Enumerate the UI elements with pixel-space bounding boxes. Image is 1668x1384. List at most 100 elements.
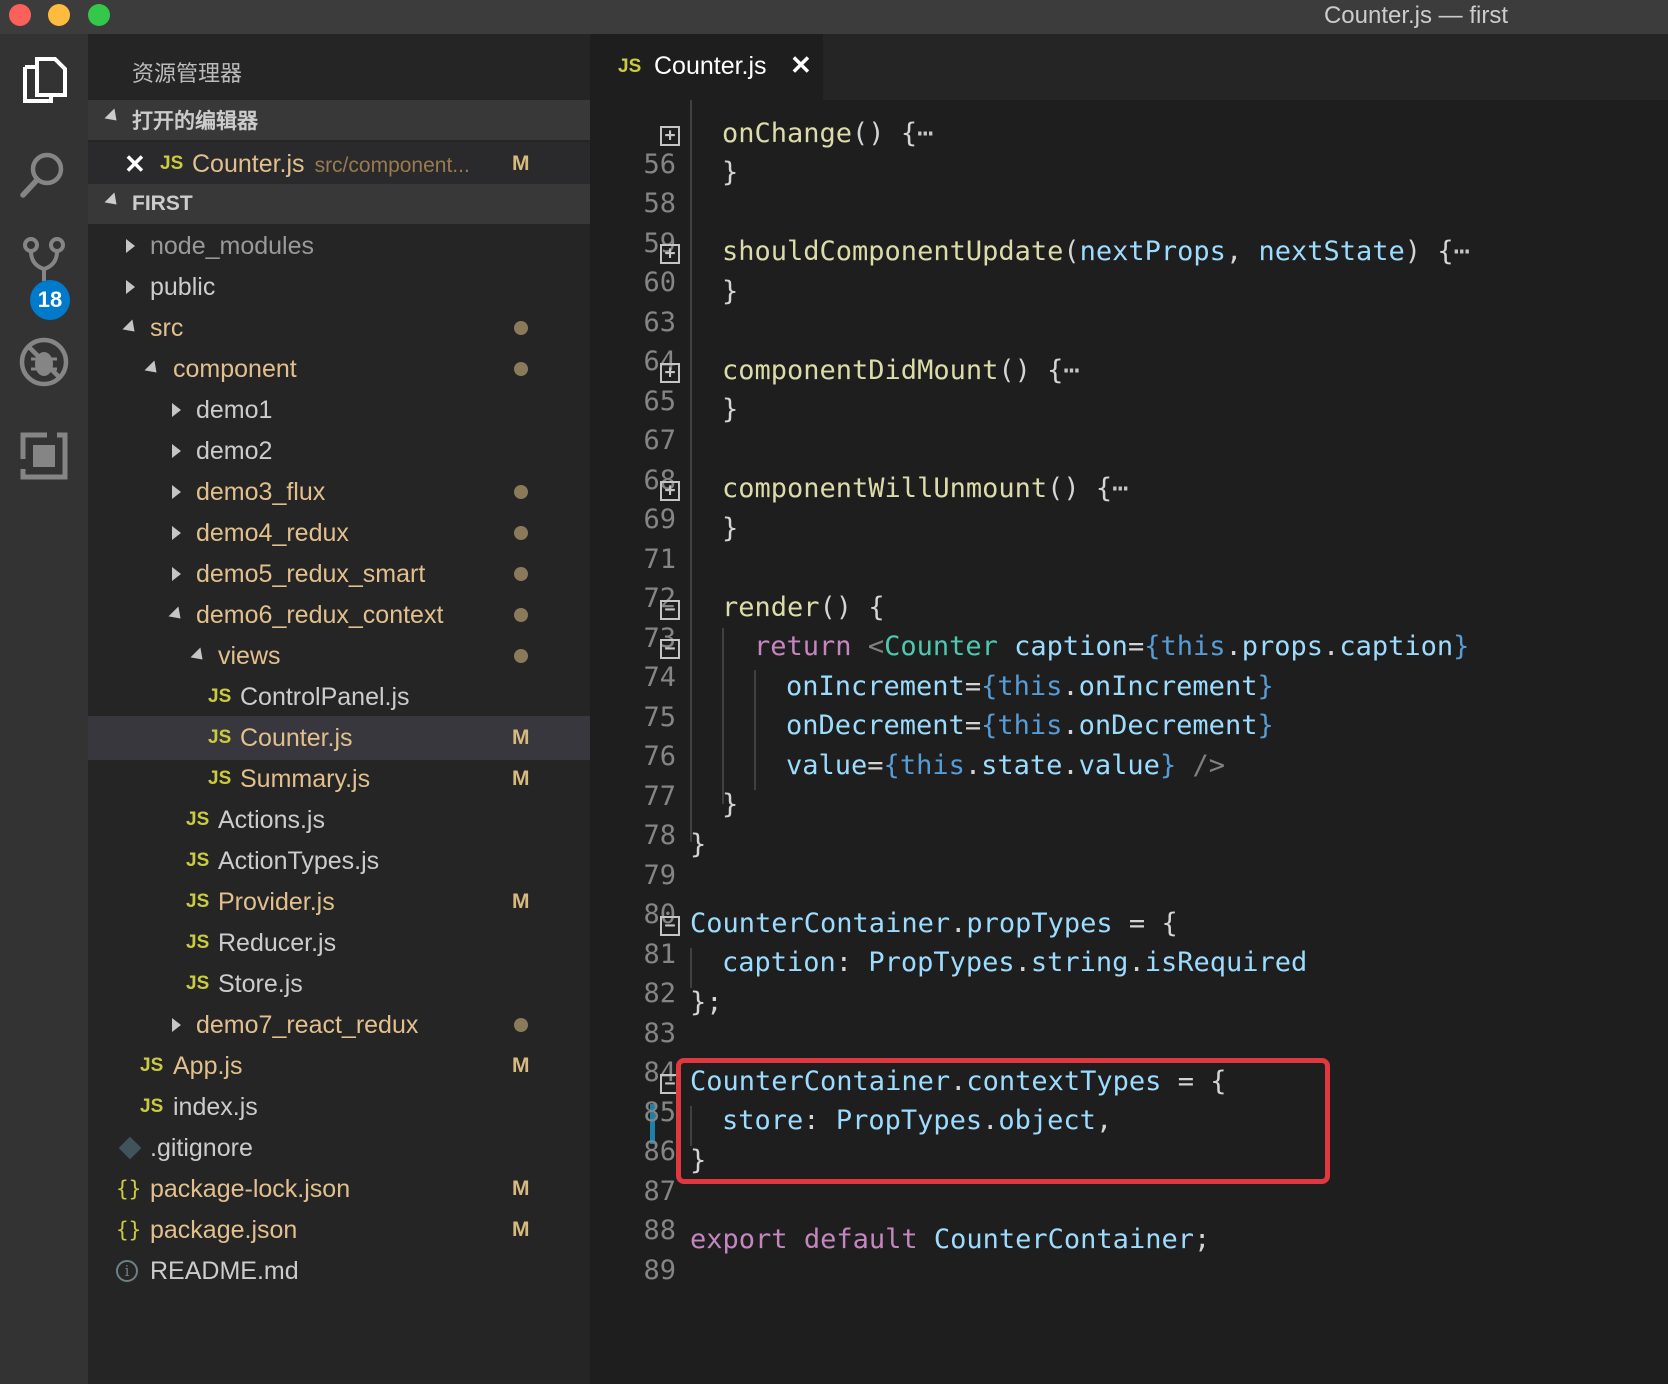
fold-expand-icon[interactable]: +: [660, 363, 680, 383]
js-file-icon: JS: [186, 932, 210, 953]
js-file-icon: JS: [618, 56, 642, 77]
folder-header-first[interactable]: FIRST: [88, 184, 590, 224]
tree-item-component[interactable]: component: [88, 347, 590, 391]
window-title: Counter.js — first: [1323, 2, 1508, 29]
search-icon[interactable]: [12, 142, 76, 206]
code-line: 65 + componentDidMount() {⋯: [643, 355, 1080, 417]
tab-label: Counter.js: [654, 52, 767, 80]
title-bar: Counter.js — first: [0, 0, 1668, 34]
chevron-right-icon: [172, 526, 181, 540]
tree-item-public[interactable]: public: [88, 265, 590, 309]
tree-item-index-js[interactable]: JS index.js: [88, 1085, 590, 1129]
code-line: 56 + onChange() {⋯: [643, 118, 934, 180]
close-icon[interactable]: ✕: [124, 149, 146, 180]
js-file-icon: JS: [208, 686, 232, 707]
tree-item-demo6-redux-context[interactable]: demo6_redux_context: [88, 593, 590, 637]
sidebar-title: 资源管理器: [132, 61, 243, 86]
tree-item-demo3-flux[interactable]: demo3_flux: [88, 470, 590, 514]
chevron-down-icon: [122, 319, 140, 337]
tree-item-gitignore[interactable]: .gitignore: [88, 1126, 590, 1170]
annotation-highlight-box: [676, 1058, 1330, 1184]
code-line: 88: [643, 1215, 676, 1246]
tree-item-app-js[interactable]: JS App.js M: [88, 1044, 590, 1088]
tree-item-readme-md[interactable]: i README.md: [88, 1249, 590, 1293]
modified-dot: [514, 608, 528, 622]
git-file-icon: [118, 1136, 142, 1160]
close-window-button[interactable]: [9, 4, 31, 26]
code-line: 74 − return <Counter caption={this.props…: [643, 631, 1470, 693]
code-line: 77 value={this.state.value} />: [643, 750, 1225, 812]
tree-item-reducer-js[interactable]: JS Reducer.js: [88, 921, 590, 965]
code-line: 76 onDecrement={this.onDecrement}: [643, 710, 1274, 772]
fold-collapse-icon[interactable]: −: [660, 639, 680, 659]
modified-dot: [514, 485, 528, 499]
json-file-icon: {}: [116, 1218, 142, 1242]
activity-bar: 18: [0, 34, 88, 1384]
tree-item-views[interactable]: views: [88, 634, 590, 678]
code-line: 68: [643, 465, 676, 496]
open-editors-header[interactable]: 打开的编辑器: [88, 100, 590, 140]
code-line: 80: [643, 899, 676, 930]
code-line: 89 export default CounterContainer;: [643, 1224, 1211, 1286]
code-line: 59: [643, 228, 676, 259]
chevron-down-icon: [168, 606, 186, 624]
tree-item-package-json[interactable]: {} package.json M: [88, 1208, 590, 1252]
code-editor[interactable]: 55 56 + onChange() {⋯ 58 } 59 60 + shoul…: [590, 100, 1668, 1384]
chevron-down-icon: [104, 192, 122, 210]
js-file-icon: JS: [186, 973, 210, 994]
js-file-icon: JS: [160, 153, 184, 174]
chevron-down-icon: [104, 108, 122, 126]
modified-dot: [514, 649, 528, 663]
json-file-icon: {}: [116, 1177, 142, 1201]
scm-badge: 18: [30, 280, 70, 320]
tree-item-demo4-redux[interactable]: demo4_redux: [88, 511, 590, 555]
tree-item-controlpanel-js[interactable]: JS ControlPanel.js: [88, 675, 590, 719]
modified-badge: M: [512, 726, 530, 749]
fold-expand-icon[interactable]: +: [660, 126, 680, 146]
tree-item-node-modules[interactable]: node_modules: [88, 224, 590, 268]
tree-item-summary-js[interactable]: JS Summary.js M: [88, 757, 590, 801]
tree-item-provider-js[interactable]: JS Provider.js M: [88, 880, 590, 924]
tree-item-actiontypes-js[interactable]: JS ActionTypes.js: [88, 839, 590, 883]
zoom-window-button[interactable]: [88, 4, 110, 26]
tree-item-demo2[interactable]: demo2: [88, 429, 590, 473]
tree-item-demo5-redux-smart[interactable]: demo5_redux_smart: [88, 552, 590, 596]
js-file-icon: JS: [186, 809, 210, 830]
modified-badge: M: [512, 1054, 530, 1077]
fold-expand-icon[interactable]: +: [660, 244, 680, 264]
fold-expand-icon[interactable]: +: [660, 481, 680, 501]
tree-item-demo7-react-redux[interactable]: demo7_react_redux: [88, 1003, 590, 1047]
fold-collapse-icon[interactable]: −: [660, 600, 680, 620]
modified-badge: M: [512, 1218, 530, 1241]
open-editor-path: src/component...: [314, 153, 470, 177]
extensions-icon[interactable]: [12, 424, 76, 488]
close-icon[interactable]: ✕: [790, 50, 812, 81]
chevron-down-icon: [190, 647, 208, 665]
js-file-icon: JS: [186, 850, 210, 871]
tree-item-actions-js[interactable]: JS Actions.js: [88, 798, 590, 842]
open-editor-item[interactable]: ✕ JS Counter.js src/component... M: [88, 142, 590, 186]
tree-item-store-js[interactable]: JS Store.js: [88, 962, 590, 1006]
chevron-right-icon: [126, 280, 135, 294]
modified-badge: M: [512, 890, 530, 913]
tree-item-src[interactable]: src: [88, 306, 590, 350]
code-line: 78 }: [643, 789, 739, 851]
modified-dot: [514, 526, 528, 540]
chevron-right-icon: [172, 1018, 181, 1032]
modified-badge: M: [512, 767, 530, 790]
code-line: 67 }: [643, 394, 739, 456]
code-line: 64: [643, 346, 676, 377]
tab-counter-js[interactable]: JS Counter.js ✕: [590, 34, 823, 100]
tree-item-counter-js[interactable]: JS Counter.js M: [88, 716, 590, 760]
fold-collapse-icon[interactable]: −: [660, 916, 680, 936]
minimize-window-button[interactable]: [48, 4, 70, 26]
js-file-icon: JS: [208, 768, 232, 789]
code-line: 55: [590, 100, 1668, 112]
chevron-right-icon: [172, 567, 181, 581]
files-icon[interactable]: [12, 48, 76, 112]
tree-item-demo1[interactable]: demo1: [88, 388, 590, 432]
tree-item-package-lock-json[interactable]: {} package-lock.json M: [88, 1167, 590, 1211]
debug-icon[interactable]: [12, 330, 76, 394]
line-number: 55: [620, 100, 676, 101]
code-line: 81 − CounterContainer.propTypes = {: [643, 908, 1178, 970]
